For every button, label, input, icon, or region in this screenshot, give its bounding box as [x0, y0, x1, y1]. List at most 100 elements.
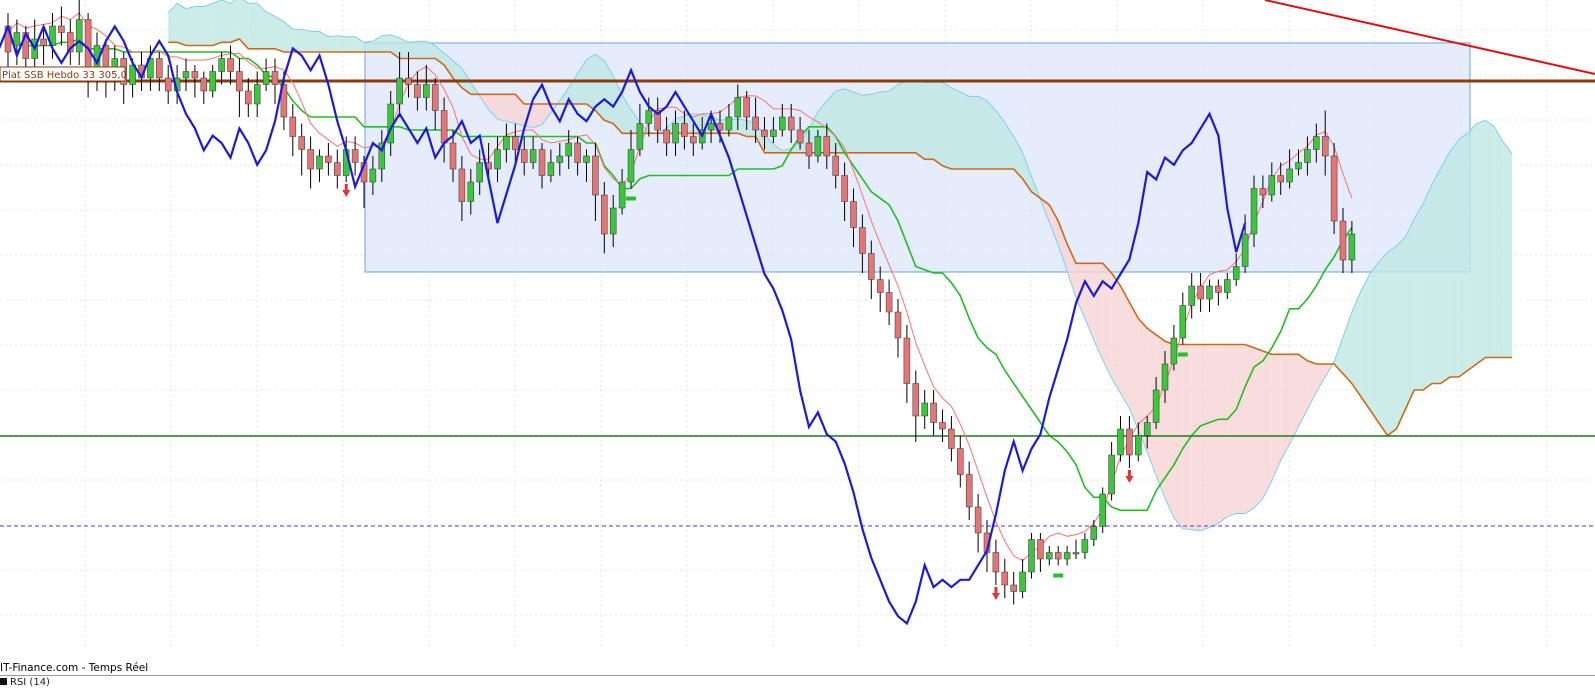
cloud-segment	[1485, 120, 1495, 358]
candle-body	[1215, 285, 1222, 293]
candle	[67, 19, 74, 65]
cloud-segment	[1449, 139, 1459, 377]
candle-body	[1277, 175, 1284, 183]
cloud-segment	[1351, 291, 1361, 397]
candle-body	[761, 129, 768, 137]
candle-body	[440, 110, 448, 144]
buy-signal-marker	[626, 196, 636, 201]
candle	[1081, 533, 1089, 559]
candle-body	[325, 155, 332, 163]
candle-body	[894, 311, 902, 339]
cloud-segment	[1378, 252, 1388, 436]
candle	[1054, 546, 1062, 566]
resistance-label: Plat SSB Hebdo 33 305,0	[2, 70, 127, 81]
candle	[271, 58, 279, 104]
candle	[1224, 273, 1231, 299]
candle-body	[1063, 552, 1071, 560]
candle	[1099, 487, 1106, 533]
candle-body	[467, 181, 475, 202]
candle-body	[663, 129, 670, 144]
candle-body	[1304, 149, 1311, 163]
cloud-segment	[1298, 354, 1308, 427]
candle-body	[13, 32, 21, 46]
sell-arrow-marker	[991, 593, 1000, 600]
candle-body	[681, 123, 688, 137]
cloud-segment	[1218, 344, 1228, 524]
cloud-segment	[844, 88, 854, 153]
cloud-segment	[1289, 354, 1299, 445]
candle-body	[850, 201, 857, 228]
price-chart: Plat SSB Hebdo 33 305,0	[0, 0, 1595, 686]
sell-arrow-stem	[344, 184, 348, 190]
candle-body	[583, 155, 590, 163]
candle-body	[912, 383, 920, 417]
candle-body	[200, 77, 208, 92]
candle	[156, 52, 163, 91]
candle-body	[458, 168, 466, 202]
candle	[1330, 143, 1338, 234]
cloud-segment	[1307, 360, 1317, 410]
cloud-segment	[399, 37, 409, 59]
candle-body	[503, 136, 510, 150]
candle-body	[1259, 188, 1267, 196]
cloud-segment	[346, 36, 356, 52]
cloud-segment	[1494, 126, 1504, 358]
cloud-segment	[266, 11, 275, 49]
cloud-segment	[906, 80, 916, 153]
candle-body	[939, 422, 946, 430]
candle-body	[298, 136, 305, 150]
candle-body	[369, 168, 377, 183]
candle-body	[538, 149, 546, 176]
candle-body	[832, 155, 839, 176]
candle	[75, 0, 83, 65]
candle-body	[245, 90, 252, 105]
candle-body	[1152, 389, 1160, 423]
candle-body	[1170, 337, 1178, 365]
candle-body	[868, 253, 875, 280]
candle-body	[1072, 552, 1080, 555]
indicator-color-swatch	[0, 678, 7, 685]
candle-body	[859, 227, 866, 254]
cloud-segment	[1262, 351, 1272, 499]
candle	[262, 58, 270, 91]
source-footer: IT-Finance.com - Temps Réel	[0, 662, 149, 674]
cloud-segment	[506, 94, 516, 124]
candle-body	[1197, 285, 1204, 300]
candle-body	[787, 116, 795, 131]
cloud-segment	[1254, 347, 1263, 509]
cloud-segment	[497, 94, 507, 122]
cloud-segment	[337, 35, 347, 52]
cloud-segment	[408, 41, 418, 59]
candle-body	[592, 155, 599, 196]
cloud-segment	[853, 92, 863, 153]
candle	[253, 71, 261, 117]
cloud-segment	[381, 34, 391, 52]
candle	[1215, 279, 1222, 306]
candle-body	[903, 337, 911, 384]
cloud-segment	[1476, 120, 1486, 364]
cloud-segment	[1360, 274, 1370, 410]
candle-body	[707, 123, 715, 131]
candle-body	[414, 84, 421, 98]
cloud-segment	[933, 82, 943, 166]
candle-body	[1019, 571, 1026, 592]
candle	[1206, 279, 1213, 312]
cloud-segment	[898, 80, 907, 153]
candle	[1019, 559, 1026, 598]
candle-body	[885, 292, 893, 313]
candle	[885, 279, 893, 325]
cloud-segment	[1271, 354, 1281, 481]
candle-body	[948, 428, 955, 449]
cloud-segment	[1102, 263, 1112, 379]
cloud-segment	[1227, 344, 1237, 517]
buy-signal-marker	[1053, 573, 1064, 578]
candle	[1126, 416, 1133, 468]
candle	[1028, 533, 1035, 579]
candle	[289, 104, 297, 156]
candle-body	[1188, 285, 1195, 306]
candle	[1188, 273, 1195, 319]
cloud-segment	[1280, 354, 1290, 461]
cloud-segment	[177, 3, 186, 46]
candle-body	[351, 149, 359, 163]
candle	[209, 65, 216, 98]
